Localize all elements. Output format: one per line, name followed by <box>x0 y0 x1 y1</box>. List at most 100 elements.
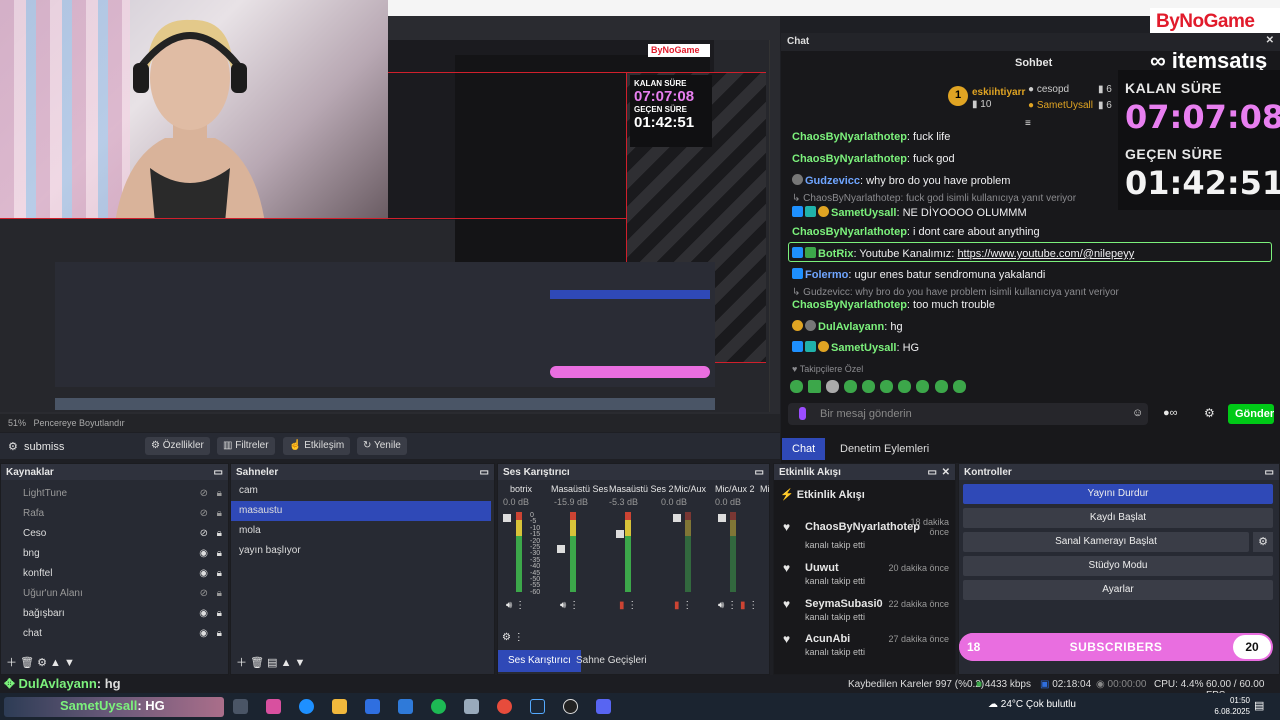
scene-item[interactable]: mola <box>231 521 494 541</box>
add-icon[interactable]: ＋ <box>6 657 17 669</box>
points-icon[interactable]: ●∞ <box>1163 407 1178 419</box>
properties-button[interactable]: ⚙ Özellikler <box>145 437 210 455</box>
chat-username[interactable]: SametUysall <box>831 207 896 219</box>
source-item[interactable]: Uğur'un Alanı ⊘ 🔒︎ <box>1 584 228 604</box>
scene-item[interactable]: cam <box>231 481 494 501</box>
chat-username[interactable]: DulAvlayann <box>818 321 884 333</box>
eye-icon[interactable]: ⊘ <box>200 588 208 599</box>
scene-item-selected[interactable]: masaustu <box>231 501 491 521</box>
eye-icon[interactable]: ◉ <box>199 608 208 619</box>
emoji-icon[interactable]: ☺ <box>1132 407 1143 419</box>
chat-username[interactable]: ChaosByNyarlathotep <box>792 131 907 143</box>
close-icon[interactable]: ✕ <box>1266 35 1274 46</box>
lock-icon[interactable]: 🔒︎ <box>217 528 222 539</box>
activity-user[interactable]: AcunAbi <box>805 633 850 645</box>
muted-icon[interactable]: ▮ ⋮ <box>740 600 758 611</box>
add-icon[interactable]: ＋ <box>236 657 247 669</box>
emote-icon[interactable] <box>808 380 822 393</box>
eye-icon[interactable]: ◉ <box>199 548 208 559</box>
expand-icon[interactable]: ≡ <box>1025 118 1031 129</box>
source-item[interactable]: bağışbarı ◉ 🔒︎ <box>1 604 228 624</box>
start-recording-button[interactable]: Kaydı Başlat <box>963 508 1273 528</box>
filter-icon[interactable]: ▤ <box>267 657 277 669</box>
emote-icon[interactable] <box>826 380 840 393</box>
chat-username[interactable]: Gudzevicc <box>805 175 860 187</box>
eye-icon[interactable]: ⊘ <box>200 508 208 519</box>
refresh-button[interactable]: ↻ Yenile <box>357 437 407 455</box>
emote-row[interactable] <box>790 380 975 393</box>
store-icon[interactable] <box>365 699 380 714</box>
speaker-icon[interactable]: 🔊︎ ⋮ <box>506 600 525 611</box>
spotify-icon[interactable] <box>431 699 446 714</box>
down-icon[interactable]: ▼ <box>295 657 306 669</box>
emote-icon[interactable] <box>862 380 876 393</box>
speaker-icon[interactable]: 🔊︎ ⋮ <box>718 600 737 611</box>
close-icon[interactable]: ✕ <box>942 467 950 478</box>
top-chatter-3[interactable]: ● SametUysall <box>1028 100 1093 111</box>
tab-chat[interactable]: Chat <box>782 438 826 460</box>
muted-icon[interactable]: ▮ ⋮ <box>674 600 692 611</box>
lock-icon[interactable]: 🔒︎ <box>217 568 222 579</box>
down-icon[interactable]: ▼ <box>64 657 75 669</box>
eye-icon[interactable]: ◉ <box>199 568 208 579</box>
discord-icon[interactable] <box>596 699 611 714</box>
source-item[interactable]: Ceso ⊘ 🔒︎ <box>1 524 228 544</box>
dock-menu-icon[interactable]: ▭ <box>214 467 223 478</box>
edge-icon[interactable] <box>299 699 314 714</box>
top-chatter-1[interactable]: eskiihtiyarr <box>972 87 1025 98</box>
volume-slider[interactable] <box>673 514 681 522</box>
volume-slider[interactable] <box>616 530 624 538</box>
lock-icon[interactable]: 🔒︎ <box>217 588 222 599</box>
app-icon[interactable] <box>464 699 479 714</box>
taskbar-clock[interactable]: 01:50 6.08.2025 <box>1210 695 1250 717</box>
lock-icon[interactable]: 🔒︎ <box>217 508 222 519</box>
chat-username[interactable]: ChaosByNyarlathotep <box>792 226 907 238</box>
microphone-icon[interactable] <box>799 407 806 420</box>
lock-icon[interactable]: 🔒︎ <box>217 548 222 559</box>
source-item[interactable]: chat ◉ 🔒︎ <box>1 624 228 644</box>
steam-icon[interactable] <box>530 699 545 714</box>
settings-button[interactable]: Ayarlar <box>963 580 1273 600</box>
eye-icon[interactable]: ⊘ <box>200 528 208 539</box>
zoom-level[interactable]: 51% <box>8 418 26 428</box>
source-item[interactable]: bng ◉ 🔒︎ <box>1 544 228 564</box>
activity-user[interactable]: SeymaSubasi0 <box>805 598 883 610</box>
up-icon[interactable]: ▲ <box>50 657 61 669</box>
copilot-icon[interactable] <box>266 699 281 714</box>
gear-icon[interactable]: ⚙ <box>37 657 47 669</box>
trash-icon[interactable]: 🗑︎ <box>250 657 264 669</box>
volume-slider[interactable] <box>557 545 565 553</box>
emote-icon[interactable] <box>844 380 858 393</box>
notification-icon[interactable]: ▤ <box>1254 699 1264 712</box>
dock-menu-icon[interactable]: ▭ <box>1265 467 1274 478</box>
start-virtual-camera-button[interactable]: Sanal Kamerayı Başlat <box>963 532 1249 552</box>
lock-icon[interactable]: 🔒︎ <box>217 608 222 619</box>
source-item[interactable]: Rafa ⊘ 🔒︎ <box>1 504 228 524</box>
up-icon[interactable]: ▲ <box>281 657 292 669</box>
emote-icon[interactable] <box>790 380 803 393</box>
eye-icon[interactable]: ⊘ <box>200 488 208 499</box>
emote-icon[interactable] <box>880 380 894 393</box>
dock-menu-icon[interactable]: ▭ <box>755 467 764 478</box>
eye-icon[interactable]: ◉ <box>199 628 208 639</box>
source-item[interactable]: konftel ◉ 🔒︎ <box>1 564 228 584</box>
muted-icon[interactable]: ▮ ⋮ <box>619 600 637 611</box>
chat-message-input[interactable]: Bir mesaj gönderin <box>788 403 1148 425</box>
explorer-icon[interactable] <box>332 699 347 714</box>
emote-icon[interactable] <box>934 380 948 393</box>
volume-slider[interactable] <box>503 514 511 522</box>
studio-mode-button[interactable]: Stüdyo Modu <box>963 556 1273 576</box>
source-item[interactable]: LightTune ⊘ 🔒︎ <box>1 484 228 504</box>
lock-icon[interactable]: 🔒︎ <box>217 628 222 639</box>
volume-slider[interactable] <box>718 514 726 522</box>
virtualcam-settings-icon[interactable]: ⚙ <box>1253 532 1273 552</box>
activity-user[interactable]: Uuwut <box>805 562 839 574</box>
chat-username[interactable]: ChaosByNyarlathotep <box>792 299 907 311</box>
send-button[interactable]: Gönder <box>1228 404 1274 424</box>
chrome-icon[interactable] <box>497 699 512 714</box>
tab-scene-transitions[interactable]: Sahne Geçişleri <box>566 650 657 672</box>
taskview-icon[interactable] <box>233 699 248 714</box>
dock-menu-icon[interactable]: ▭ <box>928 467 937 478</box>
speaker-icon[interactable]: 🔊︎ ⋮ <box>560 600 579 611</box>
chat-link[interactable]: https://www.youtube.com/@nilepeyy <box>957 248 1134 260</box>
